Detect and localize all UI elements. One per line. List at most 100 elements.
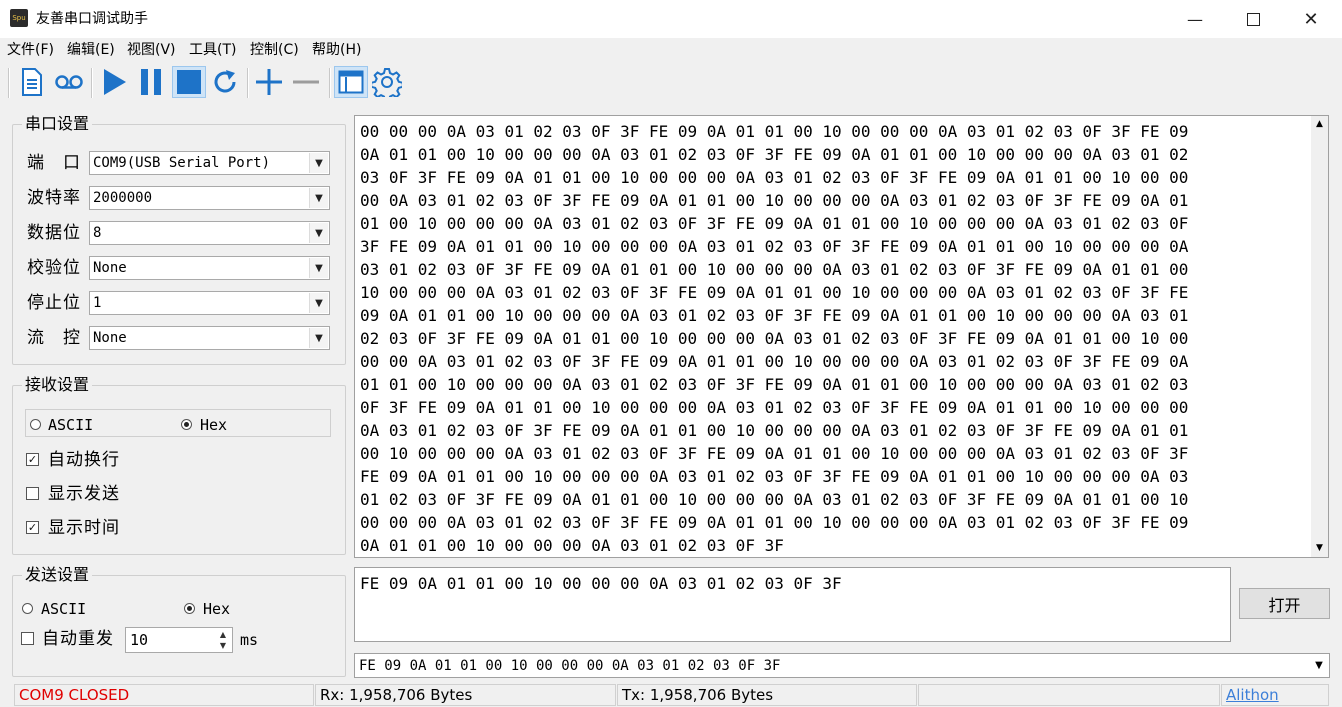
autowrap-checkbox[interactable]: ✓ — [26, 453, 39, 466]
autorepeat-label[interactable]: 自动重发 — [42, 628, 114, 650]
chevron-down-icon: ▼ — [1315, 660, 1323, 671]
autowrap-label[interactable]: 自动换行 — [48, 449, 120, 471]
alithon-link[interactable]: Alithon — [1221, 684, 1329, 706]
receive-line: 00 0A 03 01 02 03 0F 3F FE 09 0A 01 01 0… — [360, 191, 1189, 210]
stop-icon[interactable] — [172, 66, 206, 98]
remove-icon[interactable] — [290, 66, 322, 98]
stopbits-label: 停止位 — [27, 293, 81, 313]
send-history-select[interactable]: FE 09 0A 01 01 00 10 00 00 00 0A 03 01 0… — [354, 653, 1330, 678]
spin-down-icon[interactable]: ▼ — [215, 640, 231, 651]
receive-line: 0F 3F FE 09 0A 01 01 00 10 00 00 00 0A 0… — [360, 398, 1189, 417]
parity-select[interactable]: None ▼ — [89, 256, 330, 280]
tx-count: Tx: 1,958,706 Bytes — [617, 684, 917, 706]
chevron-down-icon: ▼ — [309, 293, 328, 313]
stopbits-value: 1 — [93, 295, 102, 311]
interval-value: 10 — [130, 631, 149, 649]
interval-unit: ms — [240, 631, 259, 649]
parity-label: 校验位 — [27, 258, 81, 278]
window-icon[interactable] — [334, 66, 368, 98]
showtime-label[interactable]: 显示时间 — [48, 517, 120, 539]
receive-line: 00 00 0A 03 01 02 03 0F 3F FE 09 0A 01 0… — [360, 352, 1189, 371]
receive-line: 03 01 02 03 0F 3F FE 09 0A 01 01 00 10 0… — [360, 260, 1189, 279]
record-icon[interactable] — [53, 66, 85, 98]
showsend-checkbox[interactable] — [26, 487, 39, 500]
add-icon[interactable] — [253, 66, 285, 98]
receive-hex-radio[interactable] — [181, 419, 192, 430]
send-ascii-radio[interactable] — [22, 603, 33, 614]
receive-line: 3F FE 09 0A 01 01 00 10 00 00 00 0A 03 0… — [360, 237, 1189, 256]
close-button[interactable]: ✕ — [1282, 0, 1340, 38]
maximize-icon — [1246, 12, 1260, 26]
minimize-button[interactable]: — — [1166, 0, 1224, 38]
databits-value: 8 — [93, 225, 102, 241]
send-textarea[interactable]: FE 09 0A 01 01 00 10 00 00 00 0A 03 01 0… — [354, 567, 1231, 642]
databits-select[interactable]: 8 ▼ — [89, 221, 330, 245]
receive-scrollbar[interactable]: ▲ ▼ — [1311, 116, 1328, 557]
menu-tools[interactable]: 工具(T) — [189, 40, 236, 60]
toolbar-separator — [247, 68, 249, 98]
menu-view[interactable]: 视图(V) — [127, 40, 176, 60]
receive-line: 00 10 00 00 00 0A 03 01 02 03 0F 3F FE 0… — [360, 444, 1189, 463]
autorepeat-checkbox[interactable] — [21, 632, 34, 645]
port-status: COM9 CLOSED — [14, 684, 314, 706]
port-select[interactable]: COM9(USB Serial Port) ▼ — [89, 151, 330, 175]
receive-textarea[interactable]: 00 00 00 0A 03 01 02 03 0F 3F FE 09 0A 0… — [354, 115, 1329, 558]
receive-data: 00 00 00 0A 03 01 02 03 0F 3F FE 09 0A 0… — [360, 120, 1305, 557]
receive-line: 02 03 0F 3F FE 09 0A 01 01 00 10 00 00 0… — [360, 329, 1189, 348]
pause-icon[interactable] — [135, 66, 167, 98]
receive-ascii-label[interactable]: ASCII — [48, 415, 93, 435]
send-settings-title: 发送设置 — [22, 565, 93, 585]
baud-select[interactable]: 2000000 ▼ — [89, 186, 330, 210]
minimize-icon: — — [1187, 9, 1203, 29]
baud-value: 2000000 — [93, 190, 153, 206]
port-value: COM9(USB Serial Port) — [93, 155, 271, 171]
menu-control[interactable]: 控制(C) — [250, 40, 299, 60]
parity-value: None — [93, 260, 127, 276]
showtime-checkbox[interactable]: ✓ — [26, 521, 39, 534]
receive-line: FE 09 0A 01 01 00 10 00 00 00 0A 03 01 0… — [360, 467, 1189, 486]
send-hex-label[interactable]: Hex — [203, 599, 230, 619]
window-title: 友善串口调试助手 — [36, 11, 148, 27]
flow-label: 流 控 — [27, 328, 81, 348]
interval-spinbox[interactable]: 10 ▲ ▼ — [125, 627, 233, 653]
menu-file[interactable]: 文件(F) — [7, 40, 54, 60]
send-history-value: FE 09 0A 01 01 00 10 00 00 00 0A 03 01 0… — [359, 658, 781, 674]
receive-hex-label[interactable]: Hex — [200, 415, 227, 435]
rx-count: Rx: 1,958,706 Bytes — [315, 684, 616, 706]
send-settings-group — [12, 575, 346, 677]
play-icon[interactable] — [98, 66, 130, 98]
receive-line: 01 01 00 10 00 00 00 0A 03 01 02 03 0F 3… — [360, 375, 1189, 394]
receive-line: 00 00 00 0A 03 01 02 03 0F 3F FE 09 0A 0… — [360, 513, 1189, 532]
receive-settings-title: 接收设置 — [22, 375, 93, 395]
gear-icon[interactable] — [371, 66, 403, 98]
send-ascii-label[interactable]: ASCII — [41, 599, 86, 619]
send-hex-radio[interactable] — [184, 603, 195, 614]
scroll-up-icon[interactable]: ▲ — [1311, 116, 1328, 133]
databits-label: 数据位 — [27, 223, 81, 243]
maximize-button[interactable] — [1224, 0, 1282, 38]
receive-line: 0A 03 01 02 03 0F 3F FE 09 0A 01 01 00 1… — [360, 421, 1189, 440]
document-icon[interactable] — [16, 66, 48, 98]
scroll-down-icon[interactable]: ▼ — [1311, 540, 1328, 557]
receive-line: 10 00 00 00 0A 03 01 02 03 0F 3F FE 09 0… — [360, 283, 1189, 302]
stopbits-select[interactable]: 1 ▼ — [89, 291, 330, 315]
receive-line: 03 0F 3F FE 09 0A 01 01 00 10 00 00 00 0… — [360, 168, 1189, 187]
chevron-down-icon: ▼ — [309, 328, 328, 348]
send-data: FE 09 0A 01 01 00 10 00 00 00 0A 03 01 0… — [360, 574, 842, 593]
receive-line: 09 0A 01 01 00 10 00 00 00 0A 03 01 02 0… — [360, 306, 1189, 325]
refresh-icon[interactable] — [209, 66, 241, 98]
receive-line: 01 02 03 0F 3F FE 09 0A 01 01 00 10 00 0… — [360, 490, 1189, 509]
toolbar-separator — [329, 68, 331, 98]
open-button[interactable]: 打开 — [1239, 588, 1330, 619]
chevron-down-icon: ▼ — [309, 153, 328, 173]
spin-up-icon[interactable]: ▲ — [215, 629, 231, 640]
baud-label: 波特率 — [27, 188, 81, 208]
menu-help[interactable]: 帮助(H) — [312, 40, 361, 60]
showsend-label[interactable]: 显示发送 — [48, 483, 120, 505]
menu-edit[interactable]: 编辑(E) — [67, 40, 115, 60]
flow-select[interactable]: None ▼ — [89, 326, 330, 350]
receive-ascii-radio[interactable] — [30, 419, 41, 430]
serial-settings-title: 串口设置 — [22, 114, 93, 134]
chevron-down-icon: ▼ — [309, 188, 328, 208]
toolbar-separator — [91, 68, 93, 98]
